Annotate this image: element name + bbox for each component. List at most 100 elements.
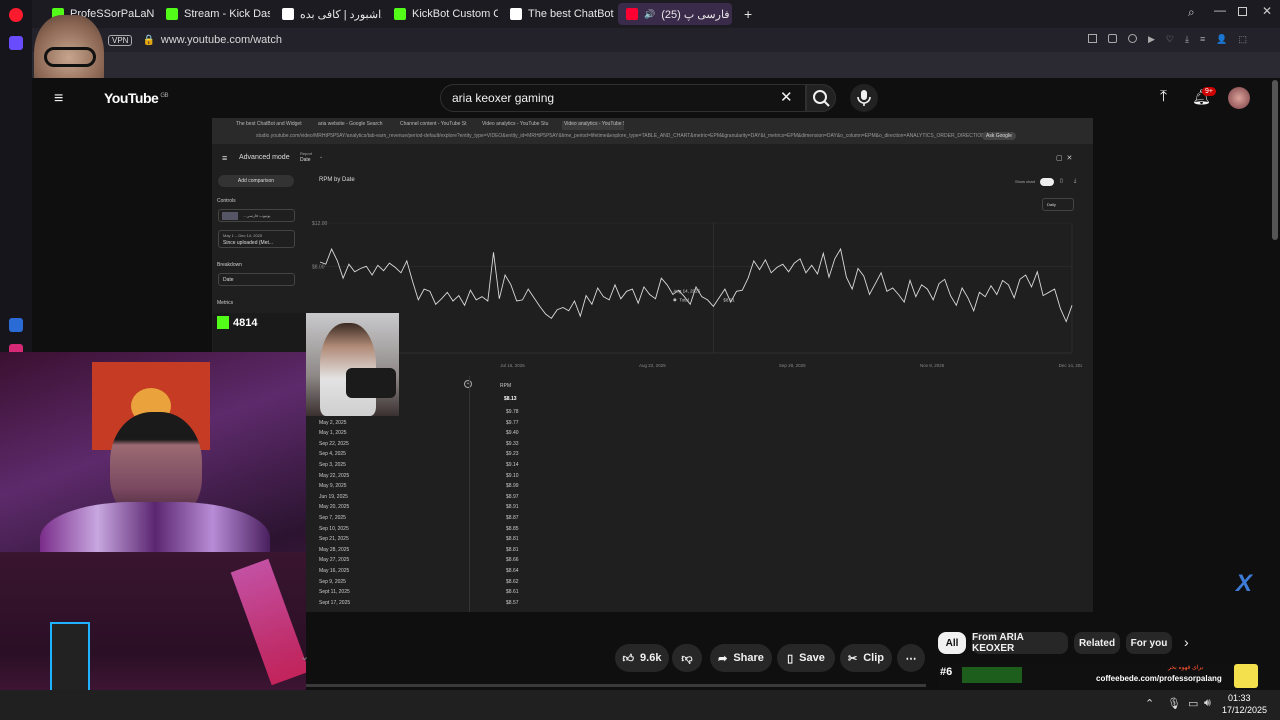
table-row-date: Sep 4, 2025 (319, 451, 346, 458)
chart-title: RPM by Date (319, 177, 355, 183)
promo-handle: coffeebede.com/professorpalang (1096, 674, 1222, 683)
search-tabs-icon[interactable]: ⌕ (1188, 5, 1195, 20)
table-row-value: $8.99 (506, 483, 519, 490)
shield-icon[interactable] (1128, 34, 1137, 43)
table-row: Sep 21, 2025 $8.81 (319, 536, 519, 542)
avatar-glasses (44, 47, 96, 67)
vpn-badge[interactable]: VPN (108, 34, 133, 46)
tray-date[interactable]: 17/12/2025 (1222, 705, 1267, 715)
voice-search-button[interactable] (850, 84, 878, 112)
table-row: May 28, 2025 $8.81 (319, 547, 519, 553)
hamburger-menu-icon[interactable]: ≡ (54, 90, 63, 108)
download-icon[interactable]: ⤓ (1185, 34, 1189, 45)
table-header-rpm: RPM (500, 383, 512, 389)
clear-search-icon[interactable]: ✕ (780, 88, 793, 106)
tray-chevron-icon[interactable]: ⌃ (1145, 697, 1154, 710)
table-row: May 20, 2025 $8.91 (319, 504, 519, 510)
sidebar-app-icon[interactable] (9, 318, 23, 332)
table-row-date: Sept 17, 2025 (319, 599, 351, 606)
breakdown-label: Breakdown (217, 262, 243, 268)
table-row-value: $8.57 (506, 599, 519, 606)
more-icon: ⋯ (905, 652, 917, 665)
tray-time[interactable]: 01:33 (1228, 693, 1251, 703)
tab-6-active[interactable]: 🔊(25) آیا یوتیوب فارسی پ (618, 3, 732, 25)
extensions-icon[interactable]: ⬚ (1238, 34, 1247, 45)
user-avatar[interactable] (1228, 87, 1250, 109)
studio-tab-5: Video analytics - YouTube Stu (562, 121, 624, 130)
sidebar-opera-icon[interactable] (9, 8, 23, 22)
ask-google-button: Ask Google (982, 132, 1016, 140)
table-row-value: $8.87 (506, 515, 519, 521)
upload-icon[interactable]: ⤒ (1160, 88, 1167, 106)
profile-icon[interactable]: 👤 (1216, 34, 1227, 45)
table-row: Sep 4, 2025 $9.23 (319, 451, 519, 457)
tab-5[interactable]: The best ChatBot and Wid (502, 3, 614, 25)
table-row: Sep 22, 2025 $9.33 (319, 441, 519, 447)
clip-button[interactable]: ✂ Clip (840, 644, 892, 672)
y-tick-label: $12.00 (312, 221, 328, 227)
table-row: May 9, 2025 $8.99 (319, 483, 519, 489)
save-button[interactable]: ▯ Save (777, 644, 835, 672)
table-row-date: May 1, 2025 (319, 430, 347, 437)
share-button[interactable]: ➦ Share (710, 644, 772, 672)
windows-taskbar: ⌃ 🎙︎ ▭ 🔊︎ 01:33 17/12/2025 (0, 690, 1280, 720)
kick-icon (394, 8, 406, 20)
table-row: Sep 3, 2025 $9.14 (319, 462, 519, 468)
table-row-value: $9.14 (506, 462, 519, 468)
tab-2[interactable]: Stream - Kick Dashboard (158, 3, 270, 25)
chip-for-you[interactable]: For you (1126, 632, 1172, 654)
close-window-button[interactable]: ✕ (1262, 4, 1272, 18)
notifications-badge: 9+ (1202, 87, 1216, 96)
table-row: May 27, 2025 $8.66 (319, 557, 519, 563)
url-field[interactable]: www.youtube.com/watch (161, 34, 282, 46)
tab-3[interactable]: داشبورد | کافی بده (274, 3, 382, 25)
tooltip-total-label: Total (679, 297, 689, 302)
x-tick-label: Aug 22, 2025 (639, 363, 666, 368)
tray-network-icon[interactable]: ▭ (1188, 697, 1198, 710)
play-icon[interactable]: ▶ (1148, 34, 1155, 45)
video-progress-bar[interactable] (306, 684, 926, 687)
tray-volume-icon[interactable]: 🔊︎ (1204, 697, 1211, 710)
video-select-dropdown: ...یوتیوب فارسی (218, 209, 295, 222)
more-actions-button[interactable]: ⋯ (897, 644, 925, 672)
minimize-button[interactable]: — (1214, 3, 1226, 17)
search-button[interactable] (806, 84, 836, 112)
heart-icon[interactable]: ♡ (1166, 34, 1174, 45)
rpm-line-chart: $12.00$8.00Jun 9, 2025Jul 16, 2025Aug 22… (312, 221, 1082, 368)
camera-icon[interactable] (1108, 34, 1117, 43)
new-tab-button[interactable]: + (736, 3, 754, 25)
tooltip-date: Aug 14, 2025 (673, 288, 700, 293)
table-row: May 1, 2025 $9.40 (319, 430, 519, 436)
chips-next-icon[interactable]: › (1184, 634, 1189, 650)
table-row: Sept 11, 2025 $8.61 (319, 589, 519, 595)
table-row: May 22, 2025 $9.10 (319, 473, 519, 479)
speaker-icon[interactable]: 🔊 (644, 9, 655, 20)
dislike-button[interactable]: 👎︎ (672, 644, 702, 672)
table-row-date: Jun 19, 2025 (319, 493, 348, 500)
chip-from-channel[interactable]: From ARIA KEOXER (972, 632, 1068, 654)
chip-all[interactable]: All (938, 632, 966, 654)
youtube-logo[interactable]: YouTube GB (104, 90, 168, 106)
sidebar-ai-icon[interactable] (9, 36, 23, 50)
table-row-value: $9.77 (506, 419, 519, 426)
table-row-date: Sept 11, 2025 (319, 589, 350, 596)
like-button[interactable]: 👍︎ 9.6k (615, 644, 669, 672)
collapse-arrow-icon[interactable]: ⌄ (300, 650, 309, 663)
granularity-dropdown: Daily (1042, 198, 1074, 211)
table-row-value: $9.23 (506, 451, 519, 458)
browser-tab-bar: ProfeSSorPaLaNg Stream Stream - Kick Das… (0, 0, 1280, 28)
page-scrollbar[interactable] (1272, 80, 1278, 240)
table-row-value: $9.78 (506, 409, 519, 415)
maximize-button[interactable] (1238, 7, 1247, 16)
menu-icon[interactable]: ≡ (1200, 34, 1205, 45)
date-range-dropdown: May 1 – Dec 14, 2025 Since uploaded (Met… (218, 230, 295, 248)
edit-icon[interactable] (1088, 34, 1097, 43)
chip-related[interactable]: Related (1074, 632, 1120, 654)
table-row: Jun 19, 2025 $8.97 (319, 494, 519, 500)
chatbot-icon (510, 8, 522, 20)
tray-mic-icon[interactable]: 🎙︎ (1167, 697, 1181, 710)
table-total: $8.13 (504, 396, 517, 402)
tab-4[interactable]: KickBot Custom Comman (386, 3, 498, 25)
video-thumb (222, 212, 238, 220)
kick-icon (166, 8, 178, 20)
